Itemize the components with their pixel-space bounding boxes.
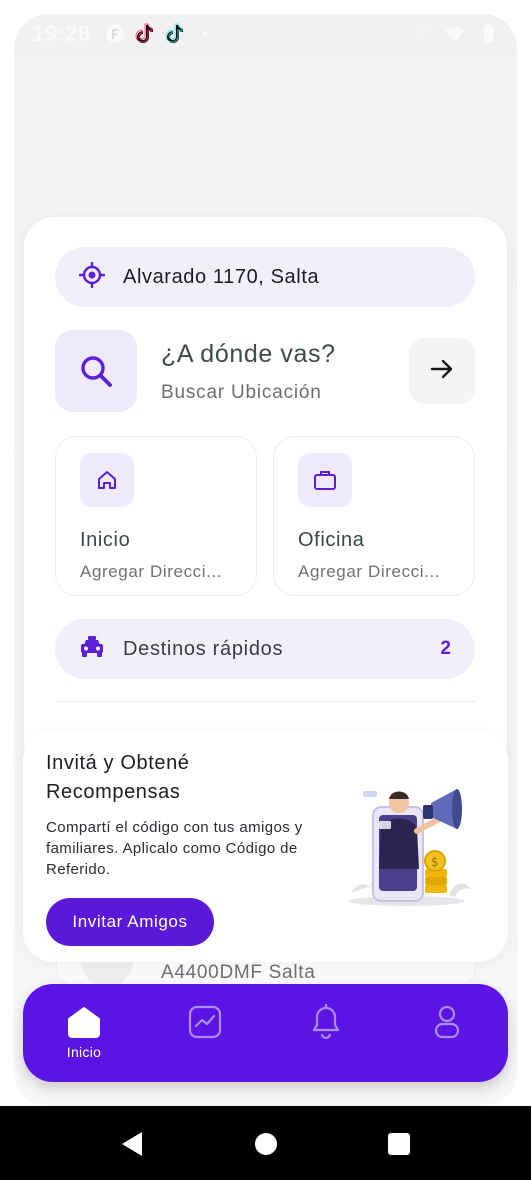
nav-activity[interactable] <box>145 984 265 1082</box>
wifi-icon <box>445 24 465 44</box>
tiktok-icon <box>135 23 155 44</box>
nav-home-label: Inicio <box>66 1044 102 1060</box>
home-shortcut[interactable]: Inicio Agregar Direcci... <box>55 436 257 596</box>
office-shortcut[interactable]: Oficina Agregar Direcci... <box>273 436 475 596</box>
recent-address-line: A4400DMF Salta <box>161 962 316 983</box>
search-title: ¿A dónde vas? <box>161 340 336 368</box>
tiktok-icon <box>165 23 185 44</box>
user-icon <box>427 1002 467 1042</box>
home-circle-icon[interactable] <box>252 1130 280 1158</box>
status-bar: 19:28 <box>14 14 517 54</box>
current-location-pill[interactable]: Alvarado 1170, Salta <box>55 247 475 307</box>
location-status-icon <box>411 24 431 44</box>
invite-friends-button[interactable]: Invitar Amigos <box>46 898 214 946</box>
nav-profile[interactable] <box>387 984 507 1082</box>
quick-destinations-label: Destinos rápidos <box>123 637 284 660</box>
home-filled-icon <box>64 1002 104 1042</box>
quick-destinations-pill[interactable]: Destinos rápidos 2 <box>55 619 475 679</box>
search-destination[interactable]: ¿A dónde vas? Buscar Ubicación <box>55 330 475 414</box>
svg-text:$: $ <box>431 855 439 869</box>
system-navigation-bar <box>0 1106 531 1180</box>
battery-icon <box>479 24 499 44</box>
briefcase-icon <box>298 453 352 507</box>
promo-title: Invitá y Obtené Recompensas <box>46 752 190 803</box>
home-subtitle: Agregar Direcci... <box>80 562 223 581</box>
nav-notifications[interactable] <box>266 984 386 1082</box>
destination-card: Alvarado 1170, Salta ¿A dónde vas? Busca… <box>24 217 507 777</box>
house-icon <box>80 453 134 507</box>
office-title: Oficina <box>298 529 365 551</box>
promo-body: Compartí el código con tus amigos y fami… <box>46 819 303 878</box>
status-time: 19:28 <box>32 21 91 46</box>
go-arrow-button[interactable] <box>409 338 475 404</box>
system-status-icons <box>411 24 499 44</box>
quick-destinations-count: 2 <box>440 638 451 659</box>
activity-chart-icon <box>185 1002 225 1042</box>
invite-promo-card: Invitá y Obtené Recompensas Compartí el … <box>23 731 508 962</box>
office-subtitle: Agregar Direcci... <box>298 562 441 581</box>
notification-icons <box>105 23 215 44</box>
app-notification-icon <box>105 24 125 44</box>
more-notifications-dot-icon <box>195 24 215 44</box>
current-address: Alvarado 1170, Salta <box>123 265 320 288</box>
back-icon[interactable] <box>118 1130 146 1158</box>
recents-icon[interactable] <box>385 1130 413 1158</box>
section-divider <box>55 701 475 702</box>
nav-home[interactable]: Inicio <box>24 984 144 1082</box>
megaphone-illustration-icon: $ <box>345 783 477 911</box>
search-icon <box>55 330 137 412</box>
taxi-icon <box>79 635 105 664</box>
search-subtitle: Buscar Ubicación <box>161 382 322 403</box>
bell-icon <box>306 1002 346 1042</box>
location-target-icon <box>78 261 106 293</box>
bottom-navigation: Inicio <box>23 984 508 1082</box>
home-title: Inicio <box>80 529 131 551</box>
arrow-right-icon <box>429 356 455 387</box>
